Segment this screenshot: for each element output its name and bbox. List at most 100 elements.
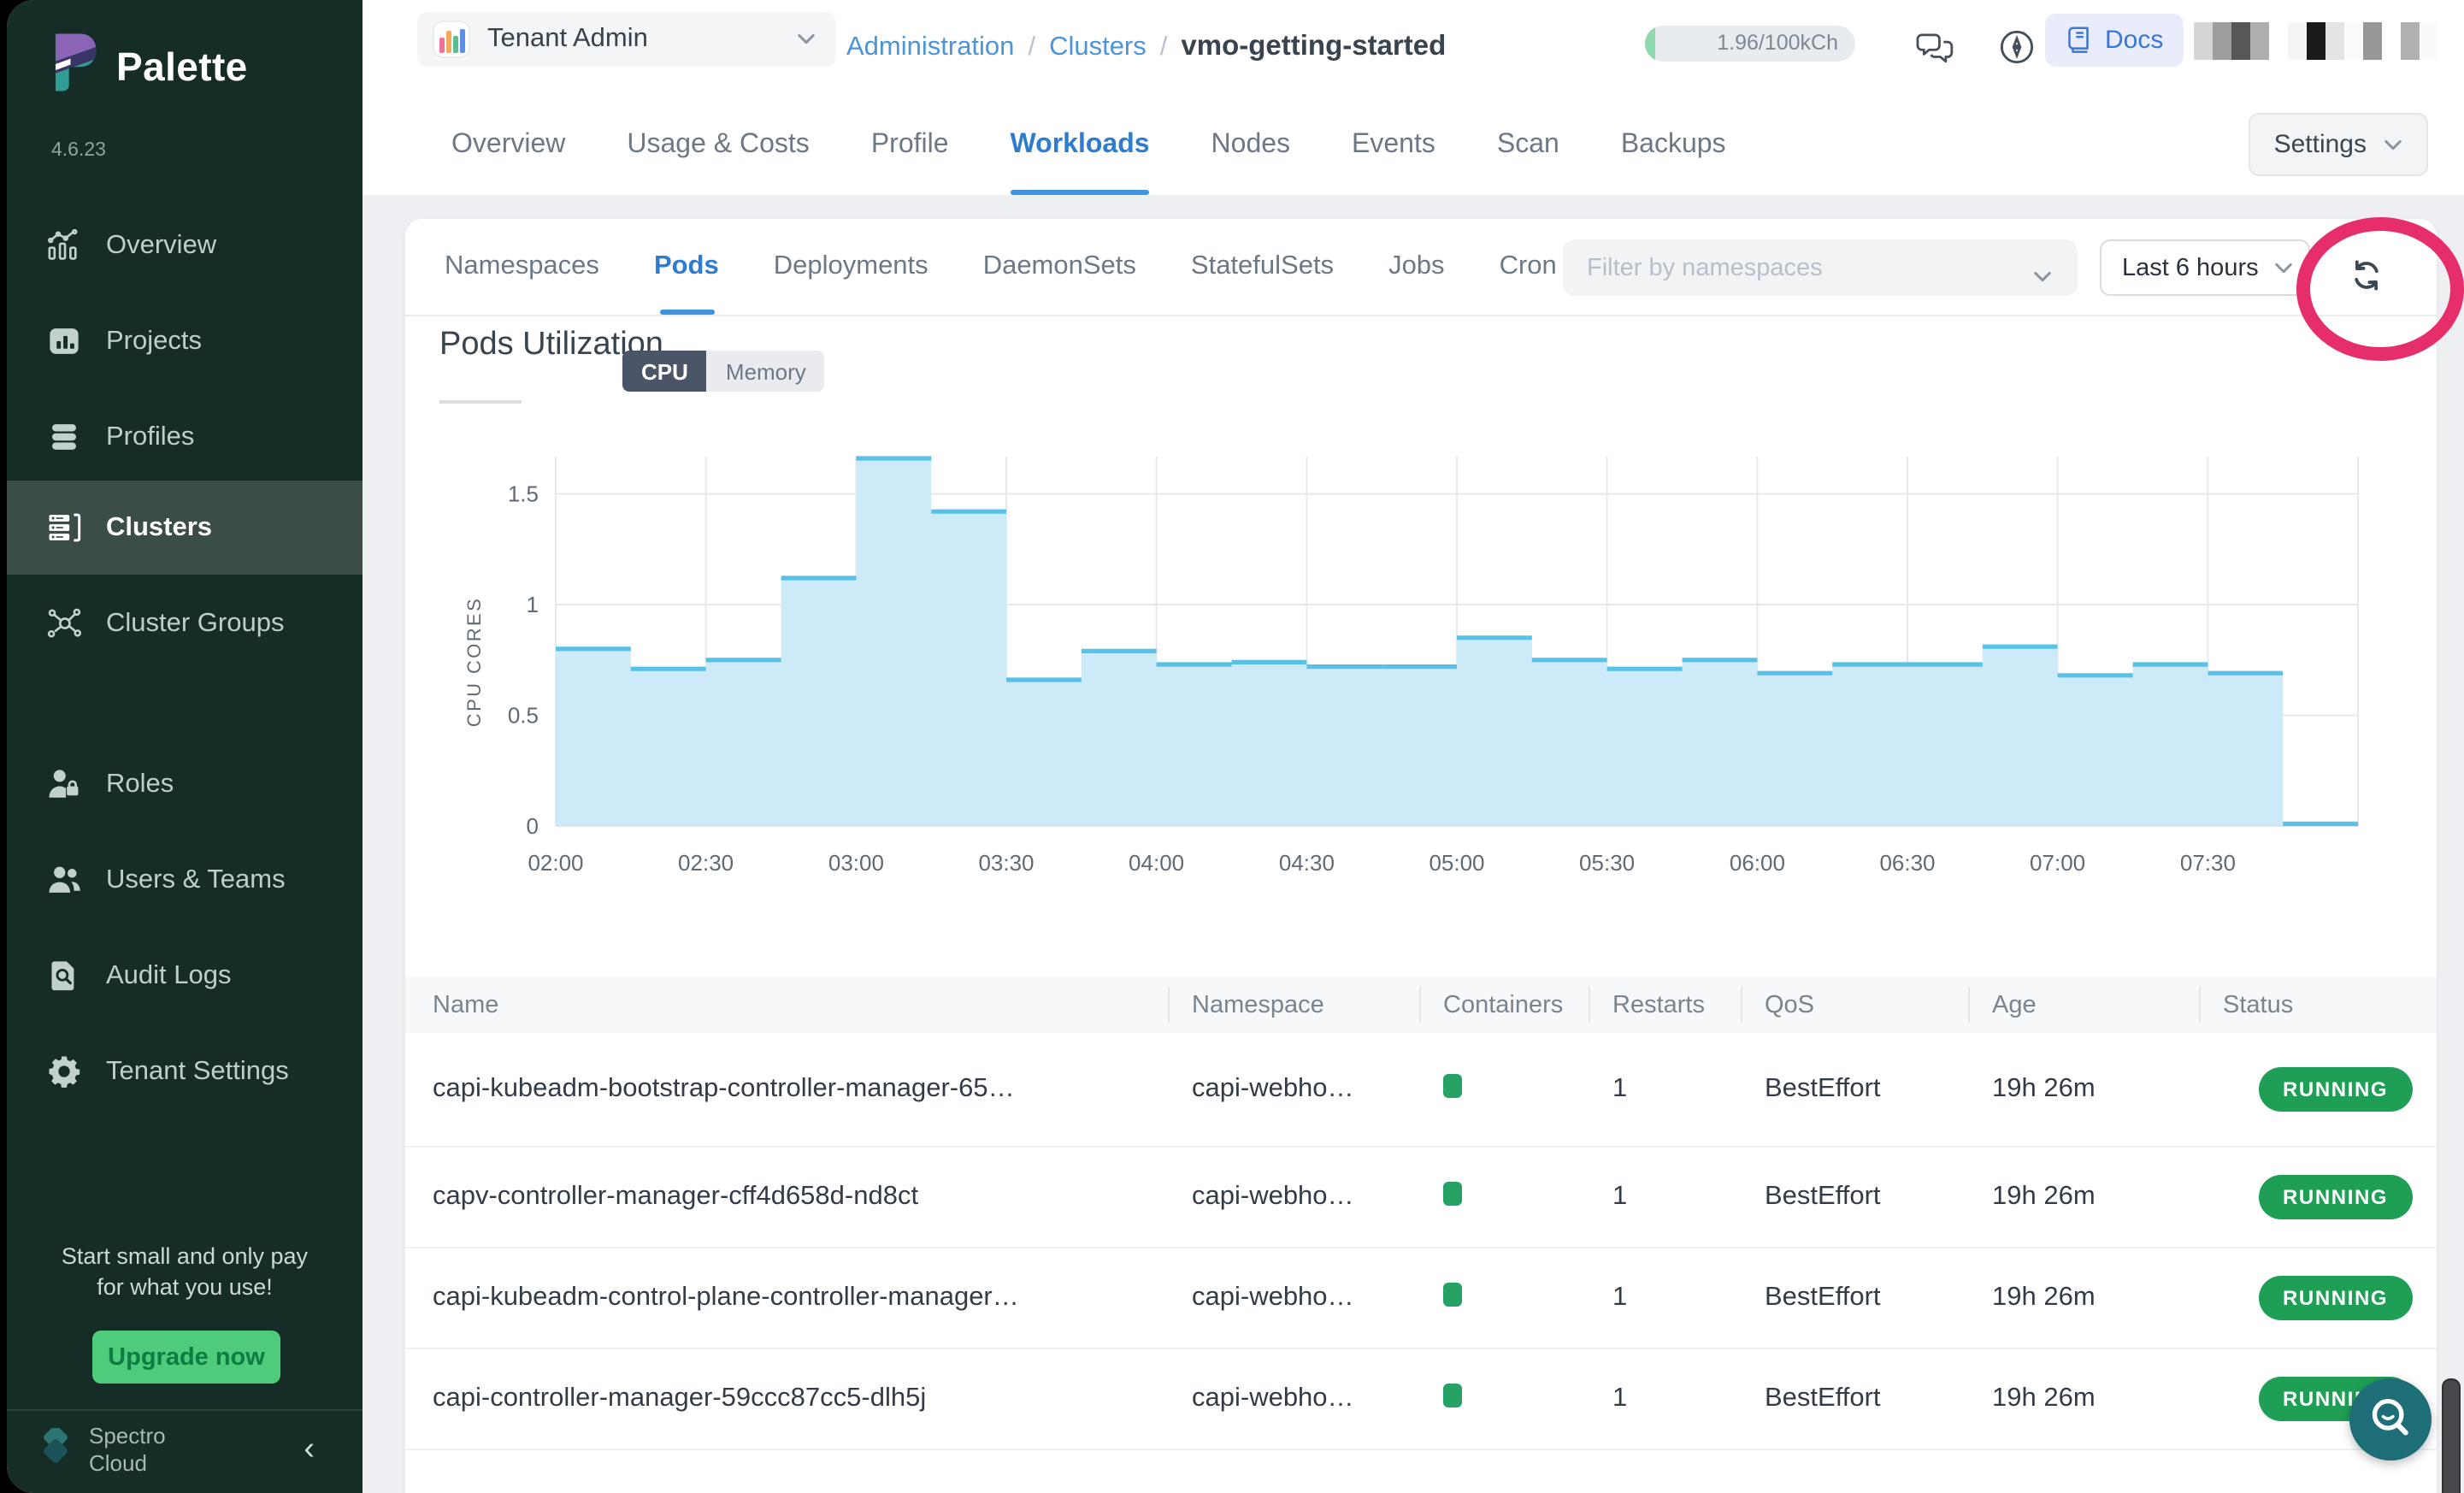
subtab-jobs[interactable]: Jobs: [1388, 251, 1445, 282]
memory-toggle-button[interactable]: Memory: [707, 351, 825, 392]
overview-icon: [44, 227, 82, 264]
pod-namespace: capi-webho…: [1168, 1283, 1419, 1313]
sidebar-item-projects[interactable]: Projects: [7, 294, 363, 388]
scrollbar-thumb[interactable]: [2442, 1378, 2461, 1493]
pod-qos: BestEffort: [1741, 1182, 1968, 1213]
pod-namespace: capi-webho…: [1168, 1384, 1419, 1414]
cpu-utilization-chart: 00.511.502:0002:3003:0003:3004:0004:3005…: [457, 443, 2372, 905]
pod-name: capi-kubeadm-control-plane-controller-ma…: [405, 1283, 1168, 1313]
table-row[interactable]: capi-controller-manager-59ccc87cc5-dlh5j…: [405, 1349, 2437, 1450]
column-header-age: Age: [1968, 991, 2199, 1018]
column-header-qos: QoS: [1741, 991, 1968, 1018]
workload-subtabs: Namespaces Pods Deployments DaemonSets State…: [445, 219, 1557, 315]
tenant-icon: [433, 21, 470, 58]
breadcrumb-administration[interactable]: Administration: [846, 32, 1014, 62]
active-subtab-underline: [660, 310, 715, 315]
docs-button[interactable]: Docs: [2045, 14, 2184, 67]
pod-status: RUNNING: [2199, 1276, 2437, 1320]
table-row[interactable]: capv-controller-manager-cff4d658d-nd8ctc…: [405, 1148, 2437, 1248]
tab-events[interactable]: Events: [1352, 94, 1435, 195]
pod-containers: [1419, 1282, 1589, 1314]
svg-text:05:30: 05:30: [1579, 850, 1635, 876]
chat-icon[interactable]: [1915, 27, 1956, 68]
audit-icon: [44, 957, 82, 994]
app-window: Palette 4.6.23 OverviewProjectsProfilesC…: [7, 0, 2464, 1493]
chevron-down-icon: [797, 24, 816, 55]
sidebar-item-profiles[interactable]: Profiles: [7, 390, 363, 484]
redacted-user-info: [2194, 22, 2438, 60]
table-row[interactable]: capi-kubeadm-control-plane-controller-ma…: [405, 1248, 2437, 1349]
sidebar-item-clusters[interactable]: Clusters: [7, 481, 363, 575]
pod-age: 19h 26m: [1968, 1074, 2199, 1105]
svg-text:06:30: 06:30: [1879, 850, 1935, 876]
pod-restarts: 1: [1589, 1384, 1741, 1414]
settings-button[interactable]: Settings: [2249, 113, 2428, 176]
pod-qos: BestEffort: [1741, 1384, 1968, 1414]
svg-text:1: 1: [527, 592, 539, 617]
status-badge: RUNNING: [2259, 1175, 2412, 1219]
app-version: 4.6.23: [51, 140, 106, 161]
svg-text:03:00: 03:00: [828, 850, 884, 876]
table-row-partial[interactable]: [405, 1450, 2437, 1493]
sidebar-item-users-teams[interactable]: Users & Teams: [7, 833, 363, 927]
tab-overview[interactable]: Overview: [451, 94, 565, 195]
column-header-namespace: Namespace: [1168, 991, 1419, 1018]
sidebar-item-tenant-settings[interactable]: Tenant Settings: [7, 1024, 363, 1118]
screen: Palette 4.6.23 OverviewProjectsProfilesC…: [0, 0, 2464, 1493]
container-status-square: [1443, 1282, 1462, 1306]
sidebar-item-roles[interactable]: Roles: [7, 737, 363, 831]
table-row[interactable]: capi-kubeadm-bootstrap-controller-manage…: [405, 1033, 2437, 1148]
collapse-sidebar-icon[interactable]: ‹: [304, 1431, 315, 1469]
tab-backups[interactable]: Backups: [1621, 94, 1726, 195]
namespace-filter-input[interactable]: [1563, 239, 2078, 296]
svg-text:0.5: 0.5: [508, 703, 539, 729]
compass-icon[interactable]: [1997, 27, 2038, 68]
cpu-toggle-button[interactable]: CPU: [622, 351, 707, 392]
tab-nodes[interactable]: Nodes: [1211, 94, 1291, 195]
pod-name: capi-controller-manager-59ccc87cc5-dlh5j: [405, 1384, 1168, 1414]
svg-text:07:30: 07:30: [2180, 850, 2236, 876]
sidebar: Palette 4.6.23 OverviewProjectsProfilesC…: [7, 0, 363, 1493]
time-range-select[interactable]: Last 6 hours: [2100, 239, 2310, 296]
tab-profile[interactable]: Profile: [871, 94, 949, 195]
pods-table: capi-kubeadm-bootstrap-controller-manage…: [405, 1033, 2437, 1493]
tab-usage-costs[interactable]: Usage & Costs: [627, 94, 809, 195]
status-badge: RUNNING: [2259, 1067, 2412, 1112]
svg-text:04:30: 04:30: [1279, 850, 1335, 876]
column-header-status: Status: [2199, 991, 2437, 1018]
pod-containers: [1419, 1073, 1589, 1106]
sidebar-item-audit-logs[interactable]: Audit Logs: [7, 929, 363, 1023]
refresh-icon[interactable]: [2346, 255, 2387, 296]
svg-text:0: 0: [527, 813, 539, 839]
tenant-name: Tenant Admin: [487, 24, 648, 55]
sidebar-item-overview[interactable]: Overview: [7, 198, 363, 292]
upgrade-now-button[interactable]: Upgrade now: [92, 1331, 280, 1384]
spectro-cloud-logo-icon: [34, 1428, 79, 1481]
breadcrumb-clusters[interactable]: Clusters: [1049, 32, 1147, 62]
pod-name: capv-controller-manager-cff4d658d-nd8ct: [405, 1182, 1168, 1213]
sidebar-footer: Spectro Cloud ‹: [7, 1411, 363, 1493]
pod-age: 19h 26m: [1968, 1384, 2199, 1414]
pod-qos: BestEffort: [1741, 1074, 1968, 1105]
pod-age: 19h 26m: [1968, 1283, 2199, 1313]
subtab-daemonsets[interactable]: DaemonSets: [983, 251, 1136, 282]
subtab-statefulsets[interactable]: StatefulSets: [1191, 251, 1334, 282]
subtab-deployments[interactable]: Deployments: [774, 251, 928, 282]
top-bar: Tenant Admin Administration / Clusters /…: [363, 0, 2464, 94]
tenant-selector[interactable]: Tenant Admin: [417, 12, 836, 67]
tab-scan[interactable]: Scan: [1497, 94, 1559, 195]
tab-workloads[interactable]: Workloads: [1011, 94, 1150, 195]
svg-text:06:00: 06:00: [1730, 850, 1785, 876]
subtab-cron[interactable]: Cron: [1500, 251, 1557, 282]
quota-progress: [1645, 26, 1655, 62]
pod-restarts: 1: [1589, 1283, 1741, 1313]
spectro-cloud-label: Spectro Cloud: [89, 1423, 166, 1478]
subtab-pods[interactable]: Pods: [654, 251, 719, 282]
sidebar-item-cluster-groups[interactable]: Cluster Groups: [7, 576, 363, 670]
support-search-fab[interactable]: [2349, 1378, 2432, 1461]
cluster-tabs: Overview Usage & Costs Profile Workloads Nod…: [451, 94, 1726, 195]
subtab-namespaces[interactable]: Namespaces: [445, 251, 599, 282]
roles-icon: [44, 765, 82, 803]
cpu-memory-toggle: CPU Memory: [622, 351, 825, 392]
chevron-down-icon: [2274, 254, 2293, 281]
